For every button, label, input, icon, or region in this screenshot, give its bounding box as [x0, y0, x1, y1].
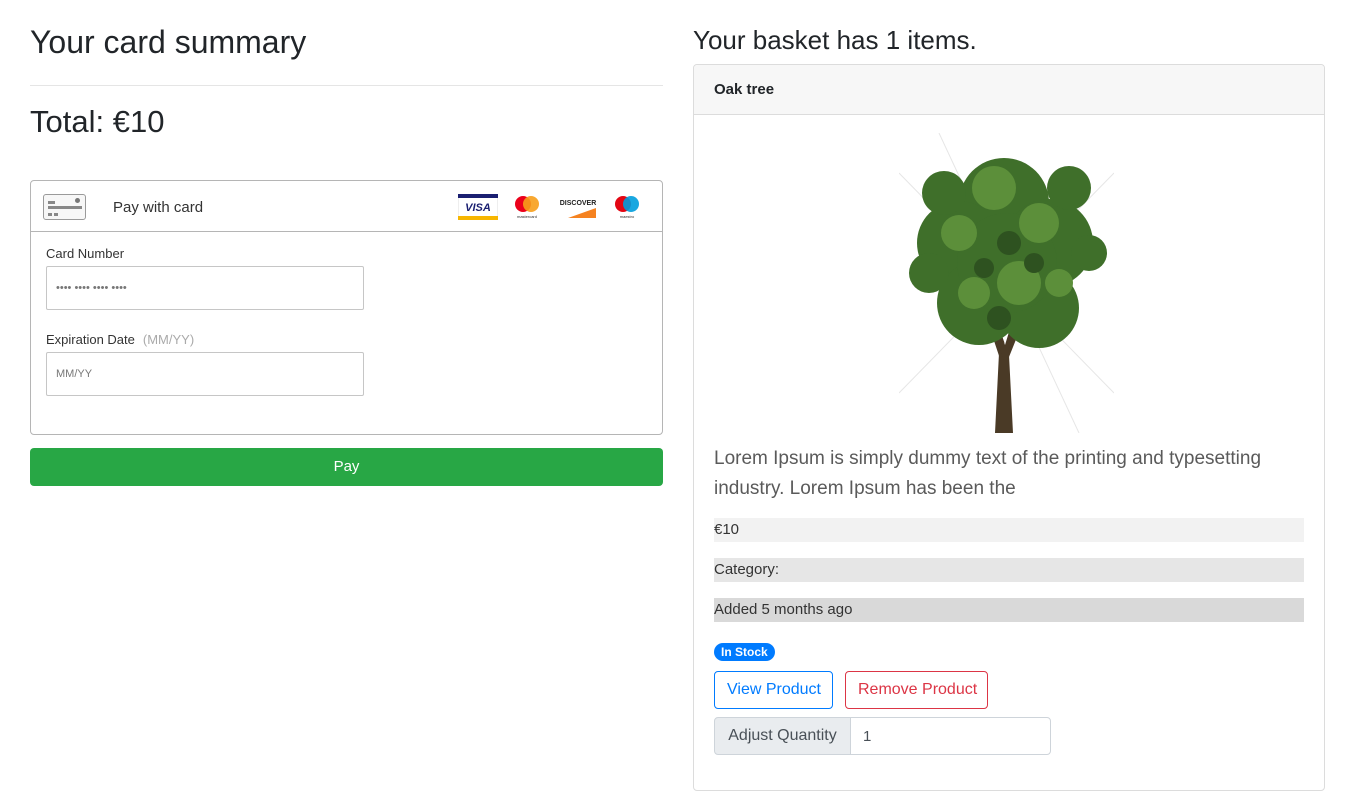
card-number-input[interactable]: •••• •••• •••• •••• [46, 266, 364, 310]
discover-logo: DISCOVER [560, 200, 597, 218]
order-total: Total: €10 [30, 104, 165, 139]
view-product-button[interactable]: View Product [714, 671, 833, 709]
product-price: €10 [714, 518, 1304, 542]
oak-tree-image [899, 133, 1114, 433]
product-card-header: Oak tree [694, 65, 1324, 115]
basket-title: Your basket has 1 items. [693, 25, 977, 55]
payment-header: Pay with card VISA mastercard DISCOVER m… [31, 181, 662, 232]
quantity-input[interactable] [850, 717, 1051, 755]
product-name: Oak tree [714, 81, 775, 98]
expiration-date-hint: (MM/YY) [142, 332, 195, 347]
expiration-date-label: Expiration Date (MM/YY) [46, 332, 194, 347]
checkout-page: Your card summary Total: €10 Pay with ca… [0, 0, 1354, 808]
credit-card-icon [43, 194, 86, 220]
summary-divider [30, 85, 663, 86]
maestro-logo: maestro [615, 196, 639, 219]
product-category: Category: [714, 558, 1304, 582]
card-number-label: Card Number [46, 246, 125, 261]
product-card: Oak tree Lorem Ipsum is simply dummy tex… [693, 64, 1325, 791]
remove-product-button[interactable]: Remove Product [845, 671, 988, 709]
svg-text:mastercard: mastercard [517, 214, 537, 219]
svg-text:VISA: VISA [465, 202, 491, 214]
expiration-date-label-text: Expiration Date [46, 332, 135, 347]
summary-title: Your card summary [30, 24, 307, 60]
payment-form: Pay with card VISA mastercard DISCOVER m… [30, 180, 663, 435]
adjust-quantity-label: Adjust Quantity [714, 717, 851, 755]
mastercard-logo: mastercard [515, 196, 539, 219]
visa-logo: VISA [458, 194, 498, 220]
expiration-date-input[interactable]: MM/YY [46, 352, 364, 396]
pay-with-card-label: Pay with card [113, 199, 204, 216]
pay-button[interactable]: Pay [30, 448, 663, 486]
svg-text:maestro: maestro [620, 214, 635, 219]
in-stock-badge: In Stock [714, 643, 775, 661]
product-added-date: Added 5 months ago [714, 598, 1304, 622]
product-description: Lorem Ipsum is simply dummy text of the … [714, 448, 1262, 499]
svg-text:DISCOVER: DISCOVER [560, 200, 597, 207]
